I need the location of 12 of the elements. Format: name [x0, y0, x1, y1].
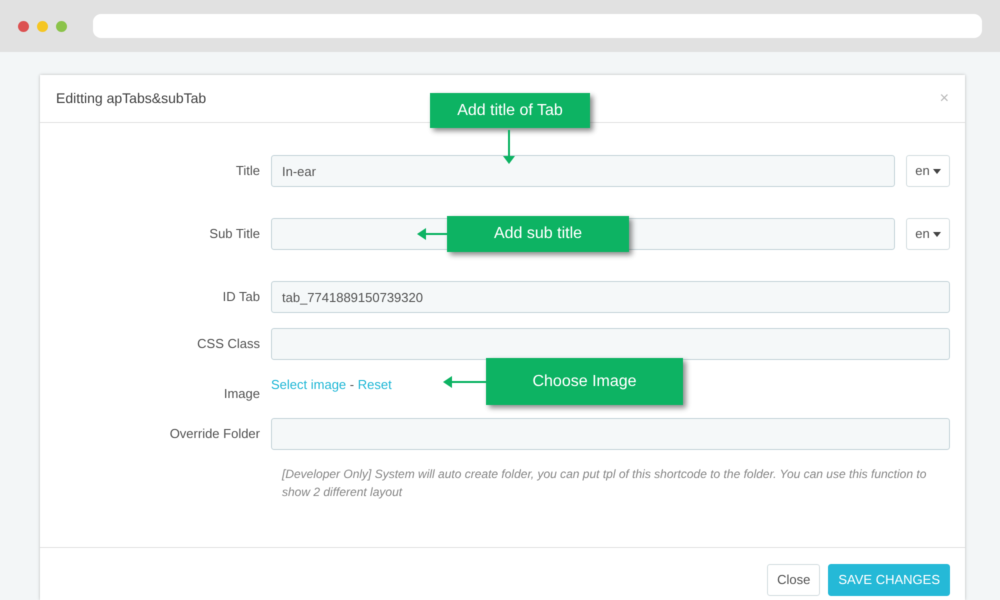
field-label: Image	[222, 384, 261, 403]
field-label: Sub Title	[208, 225, 261, 244]
field-label: ID Tab	[222, 288, 261, 306]
field-label: CSS Class	[196, 335, 261, 354]
modal-title: Editting apTabs&subTab	[56, 89, 206, 108]
callout-tooltip: Choose Image	[486, 358, 683, 405]
callout-tooltip: Add title of Tab	[430, 93, 590, 128]
field-label: Override Folder	[168, 425, 261, 444]
field-label: Title	[234, 162, 261, 180]
callout-tooltip: Add sub title	[447, 216, 629, 252]
link-separator: -	[348, 377, 356, 392]
help-text: [Developer Only] System will auto create folder, you can put tpl of this shortcode to the folder. You can use this function to show 2 different layout	[282, 466, 928, 501]
